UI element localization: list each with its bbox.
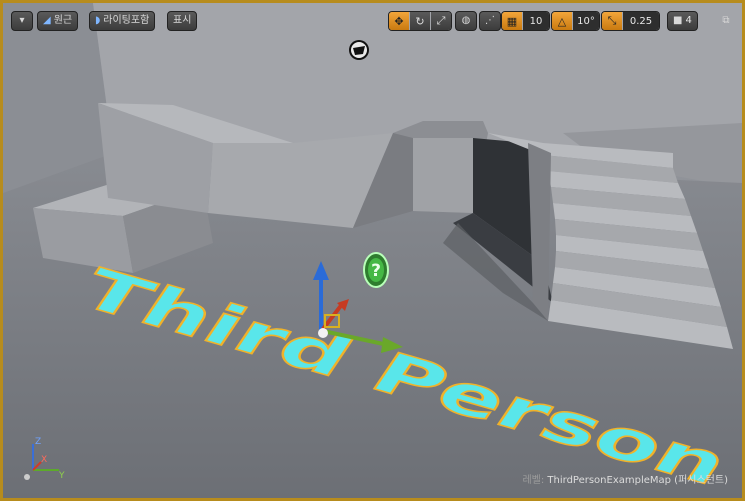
axis-y-label: Y <box>58 471 65 481</box>
camera-icon: ■ <box>673 15 683 26</box>
show-label: 표시 <box>173 15 192 26</box>
perspective-label: 원근 <box>53 15 73 26</box>
translate-tool-icon[interactable]: ✥ <box>389 12 409 30</box>
rotation-snap-value[interactable]: 10° <box>573 12 599 30</box>
level-viewport[interactable]: Third Person ? ▾ ◢ 원근 ◗ 라이팅포함 표시 ✥ ↻ ⤢ ◍… <box>0 0 745 501</box>
maximize-icon: ⧉ <box>722 15 730 26</box>
grid-snap-icon[interactable]: ▦ <box>502 12 522 30</box>
scene-render[interactable]: Third Person ? <box>3 3 742 498</box>
axis-indicator: Z X Y <box>24 437 65 481</box>
surface-snap-icon: ⋰ <box>485 15 495 26</box>
perspective-icon: ◢ <box>43 15 51 26</box>
grid-snap-group: ▦ 10 <box>501 11 550 31</box>
rotation-snap-icon[interactable]: △ <box>552 12 572 30</box>
scale-snap-group: ⤡ 0.25 <box>601 11 660 31</box>
lit-sphere-icon: ◗ <box>95 15 101 26</box>
lit-mode-label: 라이팅포함 <box>103 15 150 26</box>
viewport-options-button[interactable]: ▾ <box>11 11 33 31</box>
scale-snap-icon[interactable]: ⤡ <box>602 12 622 30</box>
lit-mode-button[interactable]: ◗ 라이팅포함 <box>89 11 156 31</box>
rotation-snap-group: △ 10° <box>551 11 600 31</box>
player-start-icon: ? <box>363 252 389 288</box>
world-local-toggle[interactable]: ◍ <box>455 11 477 31</box>
svg-text:?: ? <box>371 261 381 281</box>
grid-snap-value[interactable]: 10 <box>523 12 549 30</box>
globe-icon: ◍ <box>461 15 471 26</box>
camera-speed-value: 4 <box>685 15 692 26</box>
transform-tools-group: ✥ ↻ ⤢ <box>388 11 452 31</box>
maximize-viewport-button[interactable]: ⧉ <box>717 11 735 31</box>
axis-x-label: X <box>41 455 47 465</box>
show-button[interactable]: 표시 <box>167 11 198 31</box>
sky-light-icon <box>349 40 369 60</box>
scale-tool-icon[interactable]: ⤢ <box>431 12 451 30</box>
rotate-tool-icon[interactable]: ↻ <box>410 12 430 30</box>
surface-snap-button[interactable]: ⋰ <box>479 11 501 31</box>
camera-speed-button[interactable]: ■ 4 <box>667 11 698 31</box>
scale-snap-value[interactable]: 0.25 <box>623 12 659 30</box>
axis-z-label: Z <box>35 437 41 447</box>
level-name: ThirdPersonExampleMap (퍼시스턴트) <box>547 475 728 486</box>
level-prefix: 레벨: <box>522 475 545 486</box>
chevron-down-icon: ▾ <box>19 15 25 26</box>
level-name-label: 레벨: ThirdPersonExampleMap (퍼시스턴트) <box>522 471 728 486</box>
perspective-button[interactable]: ◢ 원근 <box>37 11 79 31</box>
